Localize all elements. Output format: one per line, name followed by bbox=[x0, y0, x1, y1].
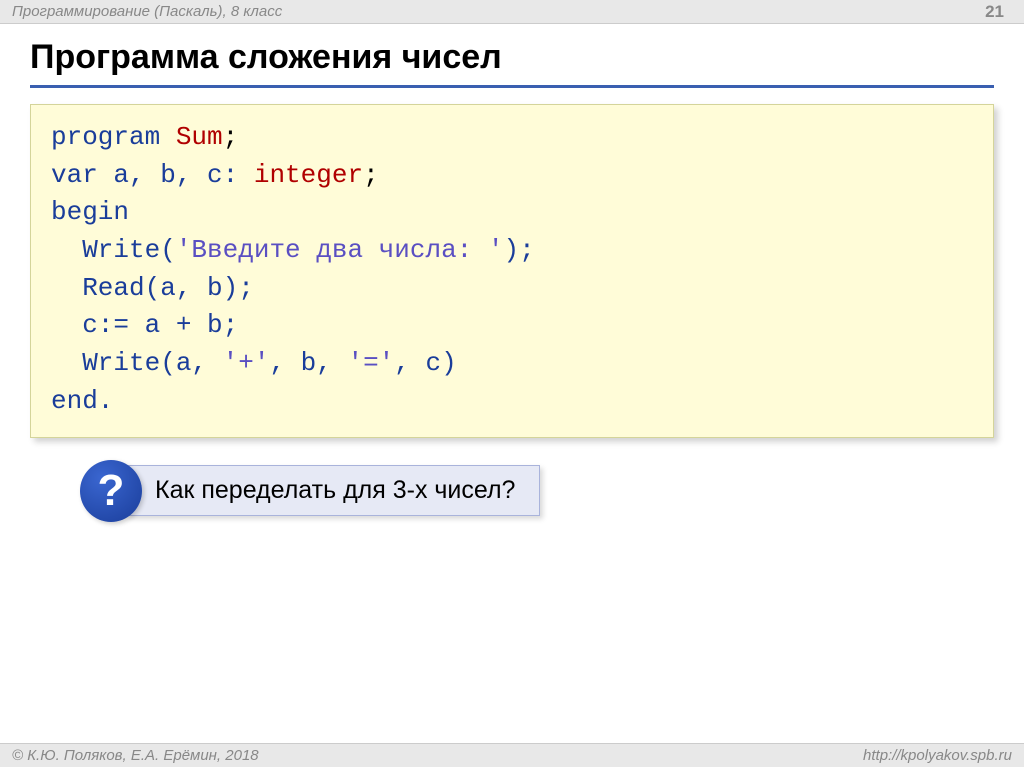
code-line-2: var a, b, c: integer; bbox=[51, 157, 973, 195]
question-mark-icon: ? bbox=[80, 460, 142, 522]
code-line-4: Write('Введите два числа: '); bbox=[51, 232, 973, 270]
code-line-6: c:= a + b; bbox=[51, 307, 973, 345]
question-text: Как переделать для 3-х чисел? bbox=[126, 465, 540, 516]
slide-header: Программирование (Паскаль), 8 класс 21 bbox=[0, 0, 1024, 24]
code-line-3: begin bbox=[51, 194, 973, 232]
code-line-8: end. bbox=[51, 383, 973, 421]
code-line-5: Read(a, b); bbox=[51, 270, 973, 308]
code-line-1: program Sum; bbox=[51, 119, 973, 157]
slide-title: Программа сложения чисел bbox=[0, 24, 1024, 85]
slide-footer: © К.Ю. Поляков, Е.А. Ерёмин, 2018 http:/… bbox=[0, 743, 1024, 767]
copyright: © К.Ю. Поляков, Е.А. Ерёмин, 2018 bbox=[12, 747, 259, 764]
code-block: program Sum; var a, b, c: integer; begin… bbox=[30, 104, 994, 438]
question-callout: ? Как переделать для 3-х чисел? bbox=[80, 460, 1024, 522]
title-underline bbox=[30, 85, 994, 88]
code-line-7: Write(a, '+', b, '=', c) bbox=[51, 345, 973, 383]
course-title: Программирование (Паскаль), 8 класс bbox=[12, 3, 282, 20]
page-number: 21 bbox=[985, 2, 1012, 22]
website-url: http://kpolyakov.spb.ru bbox=[863, 747, 1012, 764]
